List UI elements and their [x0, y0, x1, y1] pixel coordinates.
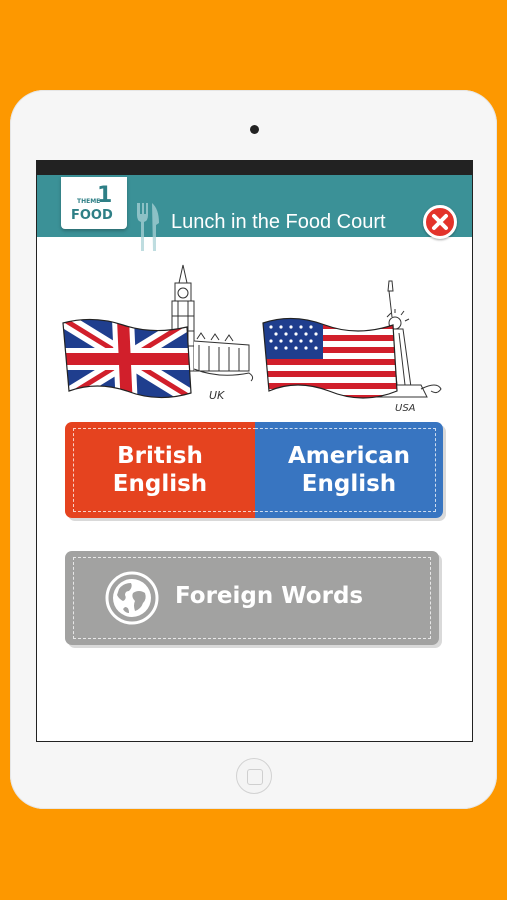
home-button[interactable]	[236, 758, 272, 794]
british-label-line1: British	[117, 443, 203, 469]
status-bar	[37, 161, 472, 175]
close-icon	[432, 214, 448, 230]
theme-number: 1	[97, 183, 113, 208]
foreign-words-button[interactable]: Foreign Words	[65, 551, 439, 645]
american-label-line1: American	[287, 443, 411, 469]
app-screen: Lunch in the Food Court THEME 1 FOOD UK …	[36, 160, 473, 742]
british-label-line2: English	[112, 471, 208, 497]
page-title: Lunch in the Food Court	[171, 211, 386, 233]
theme-badge: THEME 1 FOOD	[61, 177, 127, 229]
us-caption: USA	[395, 403, 416, 414]
uk-caption: UK	[209, 389, 225, 402]
globe-icon	[105, 571, 159, 625]
american-english-button[interactable]: American English	[255, 422, 443, 518]
camera-dot	[250, 125, 259, 134]
uk-flag-illustration: UK	[62, 264, 254, 402]
us-flag-illustration: USA	[262, 280, 442, 414]
close-button[interactable]	[423, 205, 457, 239]
foreign-words-label: Foreign Words	[175, 583, 364, 609]
english-variant-buttons: British English American English	[65, 422, 443, 518]
british-english-button[interactable]: British English	[65, 422, 256, 518]
union-jack	[62, 318, 192, 399]
fork-knife-icon	[137, 203, 159, 251]
american-label-line2: English	[301, 471, 397, 497]
us-flag	[262, 317, 398, 399]
theme-name: FOOD	[71, 208, 113, 223]
